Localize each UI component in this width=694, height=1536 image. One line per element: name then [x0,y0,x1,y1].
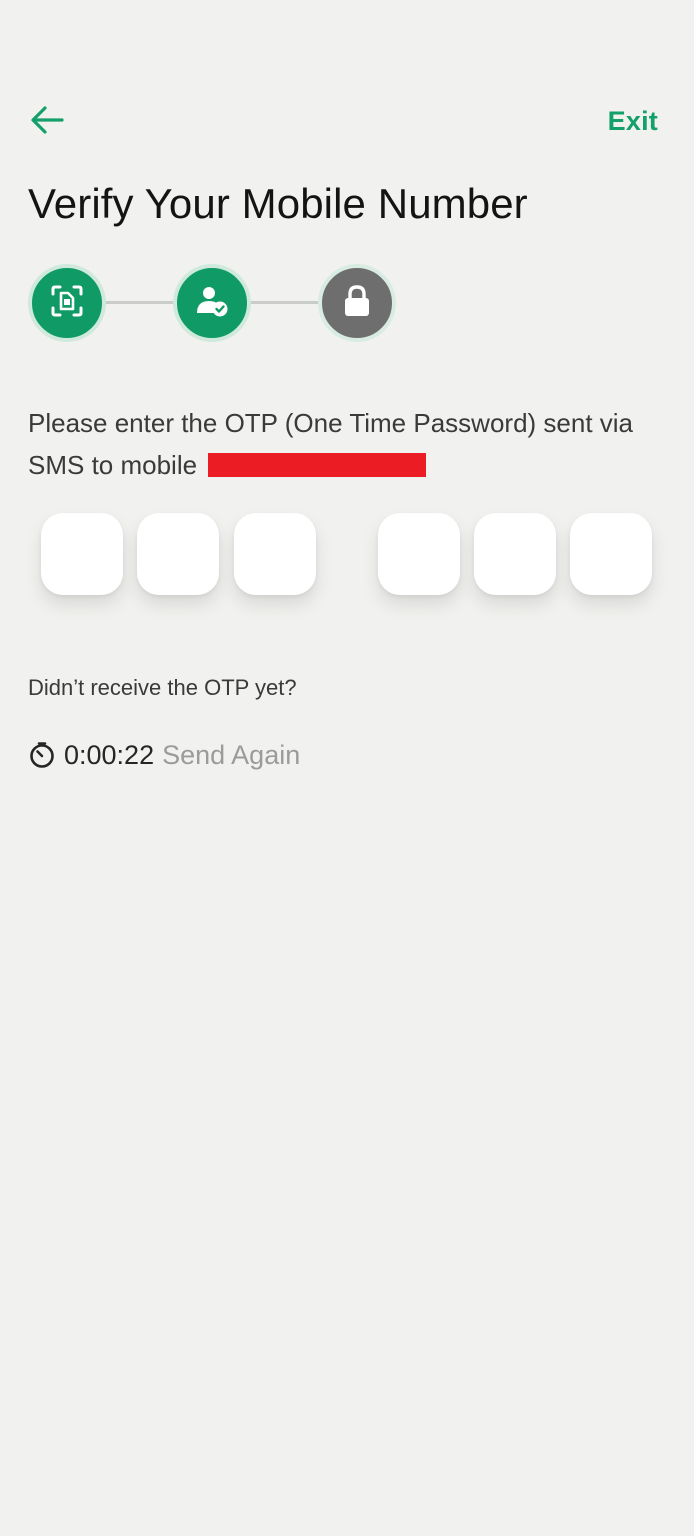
step-connector [104,301,174,304]
countdown-timer: 0:00:22 [64,739,155,770]
redacted-mobile-number [208,453,427,477]
step-1-completed [28,264,106,342]
otp-digit-2[interactable] [137,513,219,595]
otp-input-group [0,513,694,597]
step-2-completed [173,264,251,342]
otp-instruction: Please enter the OTP (One Time Password)… [28,402,668,486]
step-connector [248,301,318,304]
otp-digit-1[interactable] [41,513,123,595]
otp-digit-3[interactable] [234,513,316,595]
exit-button[interactable]: Exit [608,106,658,137]
otp-digit-5[interactable] [474,513,556,595]
user-check-icon [193,282,231,325]
timer-icon [28,741,56,769]
lock-icon [342,284,372,323]
resend-timer-row: 0:00:22 Send Again [28,736,300,774]
otp-digit-4[interactable] [378,513,460,595]
arrow-left-icon [29,104,65,141]
otp-digit-6[interactable] [570,513,652,595]
back-button[interactable] [26,102,68,142]
send-again-link[interactable]: Send Again [162,740,300,771]
progress-stepper [28,264,398,344]
id-scan-icon [50,284,84,323]
step-3-current [318,264,396,342]
resend-question: Didn’t receive the OTP yet? [28,675,297,700]
page-title: Verify Your Mobile Number [28,180,528,227]
